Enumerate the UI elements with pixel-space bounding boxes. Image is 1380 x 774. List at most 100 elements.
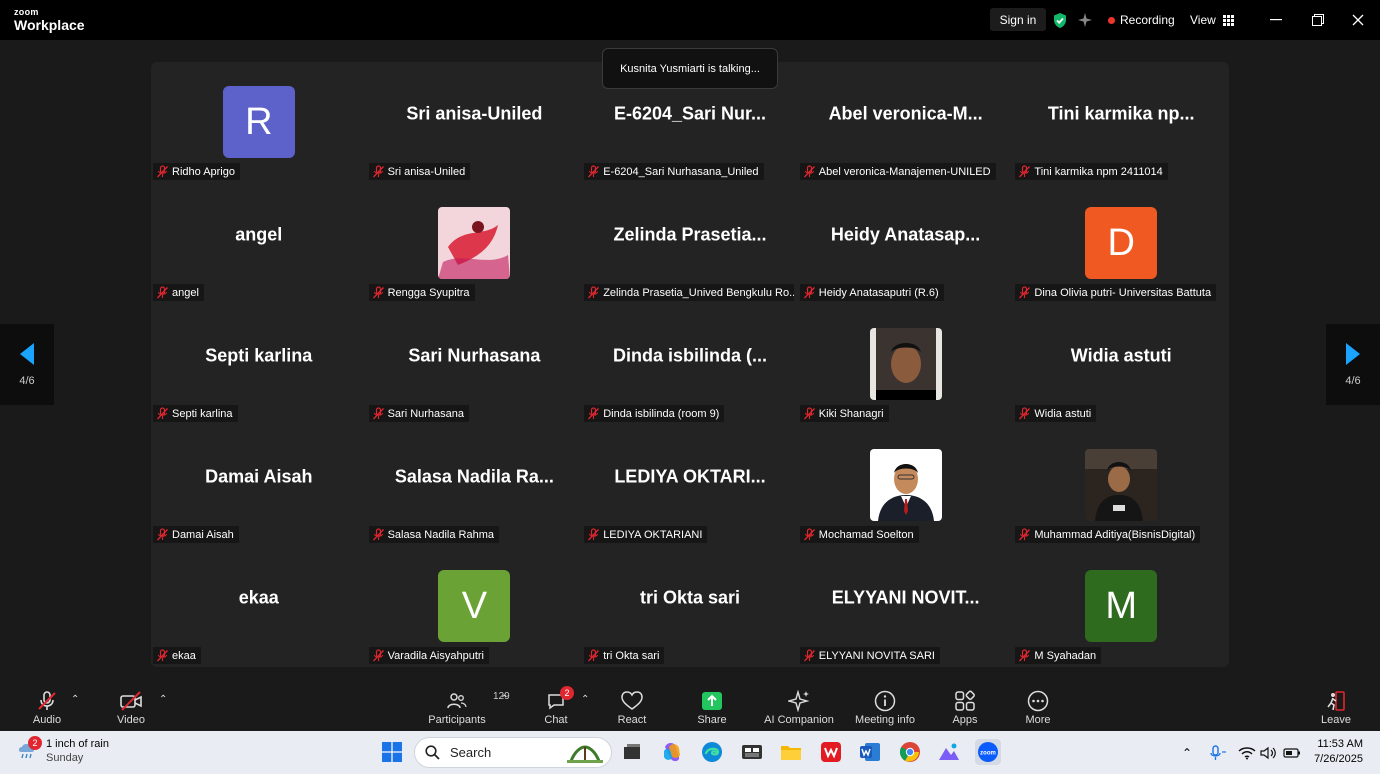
- meeting-info-button[interactable]: Meeting info: [851, 686, 919, 731]
- ai-companion-label: AI Companion: [764, 714, 834, 726]
- show-hidden-icons-chevron-icon[interactable]: ⌃: [1182, 731, 1192, 774]
- recording-indicator[interactable]: Recording: [1108, 0, 1175, 40]
- participant-tile[interactable]: Septi karlina Septi karlina: [151, 304, 367, 425]
- participant-tile[interactable]: Sari Nurhasana Sari Nurhasana: [367, 304, 583, 425]
- participant-tile[interactable]: Mochamad Soelton: [798, 425, 1014, 546]
- participant-tile[interactable]: Heidy Anatasap... Heidy Anatasaputri (R.6…: [798, 183, 1014, 304]
- muted-mic-icon: [157, 165, 168, 178]
- gallery-grid: R Ridho Aprigo Sri anisa-Uniled Sri anisa-U…: [151, 62, 1229, 667]
- video-options-caret-icon[interactable]: ⌃: [159, 694, 167, 705]
- close-button[interactable]: [1336, 0, 1380, 40]
- taskbar-search[interactable]: Search: [414, 737, 612, 768]
- participant-tile[interactable]: ekaa ekaa: [151, 546, 367, 667]
- grid-icon: [1222, 14, 1234, 26]
- participant-tile[interactable]: tri Okta sari tri Okta sari: [582, 546, 798, 667]
- avatar-initial: R: [222, 86, 295, 158]
- ai-sparkle-icon: [788, 688, 810, 714]
- participant-tile[interactable]: D Dina Olivia putri- Universitas Battuta: [1013, 183, 1229, 304]
- svg-text:zoom: zoom: [980, 751, 996, 757]
- audio-button[interactable]: Audio: [28, 686, 66, 731]
- participant-tile[interactable]: V Varadila Aisyahputri: [367, 546, 583, 667]
- participant-name-tag: Salasa Nadila Rahma: [368, 526, 499, 543]
- participant-tile[interactable]: M M Syahadan: [1013, 546, 1229, 667]
- participant-display-name: Septi karlina: [205, 345, 313, 365]
- windows-start-icon[interactable]: [379, 739, 405, 765]
- next-page-button[interactable]: 4/6: [1326, 324, 1380, 405]
- shield-check-icon[interactable]: [1052, 0, 1068, 40]
- edge-browser-icon[interactable]: [699, 739, 725, 765]
- chat-button[interactable]: 2 Chat: [540, 686, 574, 731]
- participant-display-name: angel: [235, 224, 283, 244]
- zoom-logo: zoom Workplace: [14, 8, 85, 33]
- chat-caret-icon[interactable]: ⌃: [581, 694, 589, 705]
- muted-mic-icon: [372, 528, 384, 541]
- participant-tile[interactable]: Muhammad Aditiya(BisnisDigital): [1013, 425, 1229, 546]
- photos-app-icon[interactable]: [936, 739, 962, 765]
- talking-toast: Kusnita Yusmiarti is talking...: [602, 48, 778, 89]
- audio-options-caret-icon[interactable]: ⌃: [71, 694, 79, 705]
- participant-tile[interactable]: Rengga Syupitra: [367, 183, 583, 304]
- share-label: Share: [697, 714, 727, 726]
- participant-name-tag: Kiki Shanagri: [799, 405, 889, 422]
- participant-tile[interactable]: Dinda isbilinda (... Dinda isbilinda (roo…: [582, 304, 798, 425]
- participant-tile[interactable]: R Ridho Aprigo: [151, 62, 367, 183]
- store-icon[interactable]: [739, 739, 765, 765]
- sign-in-button[interactable]: Sign in: [990, 8, 1046, 31]
- participant-tile[interactable]: Abel veronica-M... Abel veronica-Manajeme…: [798, 62, 1014, 183]
- task-view-icon[interactable]: [619, 739, 645, 765]
- weather-widget[interactable]: 2 1 inch of rain Sunday: [16, 736, 109, 765]
- more-button[interactable]: More: [1022, 686, 1054, 731]
- muted-mic-icon: [157, 407, 168, 420]
- chrome-icon[interactable]: [897, 739, 923, 765]
- battery-icon[interactable]: [1283, 731, 1301, 774]
- sparkle-icon[interactable]: [1077, 0, 1093, 40]
- participant-display-name: Sri anisa-Uniled: [406, 103, 543, 123]
- participants-button[interactable]: 129 Participants: [424, 686, 509, 731]
- muted-mic-icon: [372, 649, 384, 662]
- participant-tile[interactable]: Salasa Nadila Ra... Salasa Nadila Rahma: [367, 425, 583, 546]
- info-icon: [874, 688, 896, 714]
- muted-mic-icon: [157, 286, 168, 299]
- wps-office-icon[interactable]: [818, 739, 844, 765]
- title-bar: zoom Workplace Sign in Recording View: [0, 0, 1380, 40]
- participant-tile[interactable]: LEDIYA OKTARI... LEDIYA OKTARIANI: [582, 425, 798, 546]
- copilot-icon[interactable]: [659, 739, 685, 765]
- mic-tray-icon[interactable]: [1209, 731, 1227, 774]
- system-clock[interactable]: 11:53 AM 7/26/2025: [1314, 737, 1363, 767]
- participants-label: Participants: [428, 714, 486, 726]
- participant-tile[interactable]: Zelinda Prasetia... Zelinda Prasetia_Univ…: [582, 183, 798, 304]
- participant-tile[interactable]: angel angel: [151, 183, 367, 304]
- participant-display-name: Tini karmika np...: [1047, 103, 1195, 123]
- participant-tile[interactable]: Sri anisa-Uniled Sri anisa-Uniled: [367, 62, 583, 183]
- view-button[interactable]: View: [1190, 0, 1234, 40]
- video-button[interactable]: Video: [112, 686, 150, 731]
- logo-bottom-text: Workplace: [14, 17, 85, 33]
- participant-tile[interactable]: ELYYANI NOVIT... ELYYANI NOVITA SARI: [798, 546, 1014, 667]
- react-button[interactable]: React: [614, 686, 650, 731]
- participant-name-tag: Zelinda Prasetia_Unived Bengkulu Ro...: [584, 284, 795, 301]
- share-button[interactable]: Share: [694, 686, 730, 731]
- audio-label: Audio: [32, 714, 62, 726]
- previous-page-button[interactable]: 4/6: [0, 324, 54, 405]
- volume-icon[interactable]: [1260, 731, 1278, 774]
- file-explorer-icon[interactable]: [778, 739, 804, 765]
- apps-button[interactable]: Apps: [950, 686, 980, 731]
- participant-name: Dina Olivia putri- Universitas Battuta: [1034, 286, 1212, 299]
- ai-companion-button[interactable]: AI Companion: [762, 686, 836, 731]
- participant-name-tag: angel: [153, 284, 204, 301]
- participant-tile[interactable]: Damai Aisah Damai Aisah: [151, 425, 367, 546]
- zoom-app-icon[interactable]: zoom: [975, 739, 1001, 765]
- wifi-icon[interactable]: [1238, 731, 1256, 774]
- participants-caret-icon[interactable]: ⌃: [500, 694, 508, 705]
- word-icon[interactable]: [857, 739, 883, 765]
- participant-tile[interactable]: Kiki Shanagri: [798, 304, 1014, 425]
- minimize-button[interactable]: [1254, 0, 1298, 40]
- search-icon: [425, 745, 440, 760]
- participant-tile[interactable]: Widia astuti Widia astuti: [1013, 304, 1229, 425]
- participant-display-name: Damai Aisah: [205, 466, 313, 486]
- leave-button[interactable]: Leave: [1318, 686, 1354, 731]
- apps-icon: [954, 688, 976, 714]
- restore-button[interactable]: [1296, 0, 1340, 40]
- clock-time: 11:53 AM: [1317, 738, 1363, 750]
- participant-tile[interactable]: Tini karmika np... Tini karmika npm 24110…: [1013, 62, 1229, 183]
